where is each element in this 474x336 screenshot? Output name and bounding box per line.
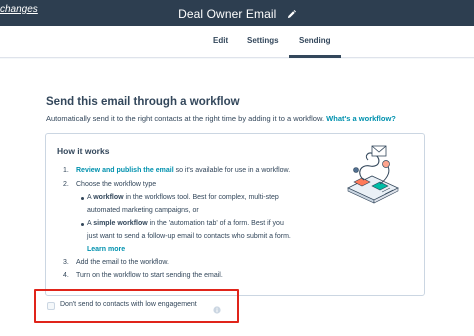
step-3-number: 3. bbox=[63, 259, 69, 266]
low-engagement-checkbox[interactable] bbox=[47, 302, 55, 310]
learn-more-link[interactable]: Learn more bbox=[87, 246, 125, 253]
bullet-1-dot bbox=[81, 197, 84, 200]
step-1: Review and publish the email so it's ava… bbox=[76, 167, 290, 174]
bullet-1-line-1: A workflow in the workflows tool. Best f… bbox=[87, 194, 279, 201]
bullet-1-text: in the workflows tool. Best for complex,… bbox=[123, 194, 279, 201]
bullet-2-line-3: Learn more bbox=[87, 246, 125, 253]
step-1-number: 1. bbox=[63, 167, 69, 174]
section-description: Automatically send it to the right conta… bbox=[46, 114, 396, 123]
step-1-text: so it's available for use in a workflow. bbox=[173, 167, 291, 174]
info-icon[interactable] bbox=[213, 301, 221, 319]
main-content: Send this email through a workflow Autom… bbox=[0, 59, 474, 336]
step-2: Choose the workflow type bbox=[76, 181, 157, 188]
tab-edit[interactable]: Edit bbox=[213, 36, 228, 45]
page-title[interactable]: Deal Owner Email bbox=[178, 7, 276, 21]
bullet-2-dot bbox=[81, 223, 84, 226]
bullet-2-line-1: A simple workflow in the 'automation tab… bbox=[87, 220, 284, 227]
card-title: How it works bbox=[57, 146, 110, 156]
step-2-number: 2. bbox=[63, 181, 69, 188]
top-bar: changes Deal Owner Email bbox=[0, 0, 474, 26]
section-description-text: Automatically send it to the right conta… bbox=[46, 114, 325, 123]
review-and-publish-link[interactable]: Review and publish the email bbox=[76, 167, 174, 174]
pencil-icon[interactable] bbox=[287, 6, 296, 24]
step-3: Add the email to the workflow. bbox=[76, 259, 169, 266]
title-wrap: Deal Owner Email bbox=[0, 5, 474, 24]
bullet-2-line-2: just want to send a follow-up email to c… bbox=[87, 233, 291, 240]
low-engagement-label[interactable]: Don't send to contacts with low engageme… bbox=[60, 301, 197, 308]
bullet-1-line-2: automated marketing campaigns, or bbox=[87, 207, 199, 214]
workflow-illustration-icon bbox=[342, 142, 402, 212]
tab-sending[interactable]: Sending bbox=[299, 36, 331, 45]
tab-settings[interactable]: Settings bbox=[247, 36, 279, 45]
tab-bar: Edit Settings Sending bbox=[0, 26, 474, 58]
section-title: Send this email through a workflow bbox=[46, 96, 240, 108]
step-4-number: 4. bbox=[63, 272, 69, 279]
active-tab-indicator bbox=[289, 55, 341, 58]
how-it-works-card: How it works 1. Review and publish the e… bbox=[45, 133, 425, 296]
bullet-2-bold: simple workflow bbox=[93, 220, 148, 227]
step-4: Turn on the workflow to start sending th… bbox=[76, 272, 223, 279]
whats-a-workflow-link[interactable]: What's a workflow? bbox=[326, 114, 396, 123]
bullet-1-bold: workflow bbox=[93, 194, 124, 201]
bullet-2-text: in the 'automation tab' of a form. Best … bbox=[147, 220, 284, 227]
